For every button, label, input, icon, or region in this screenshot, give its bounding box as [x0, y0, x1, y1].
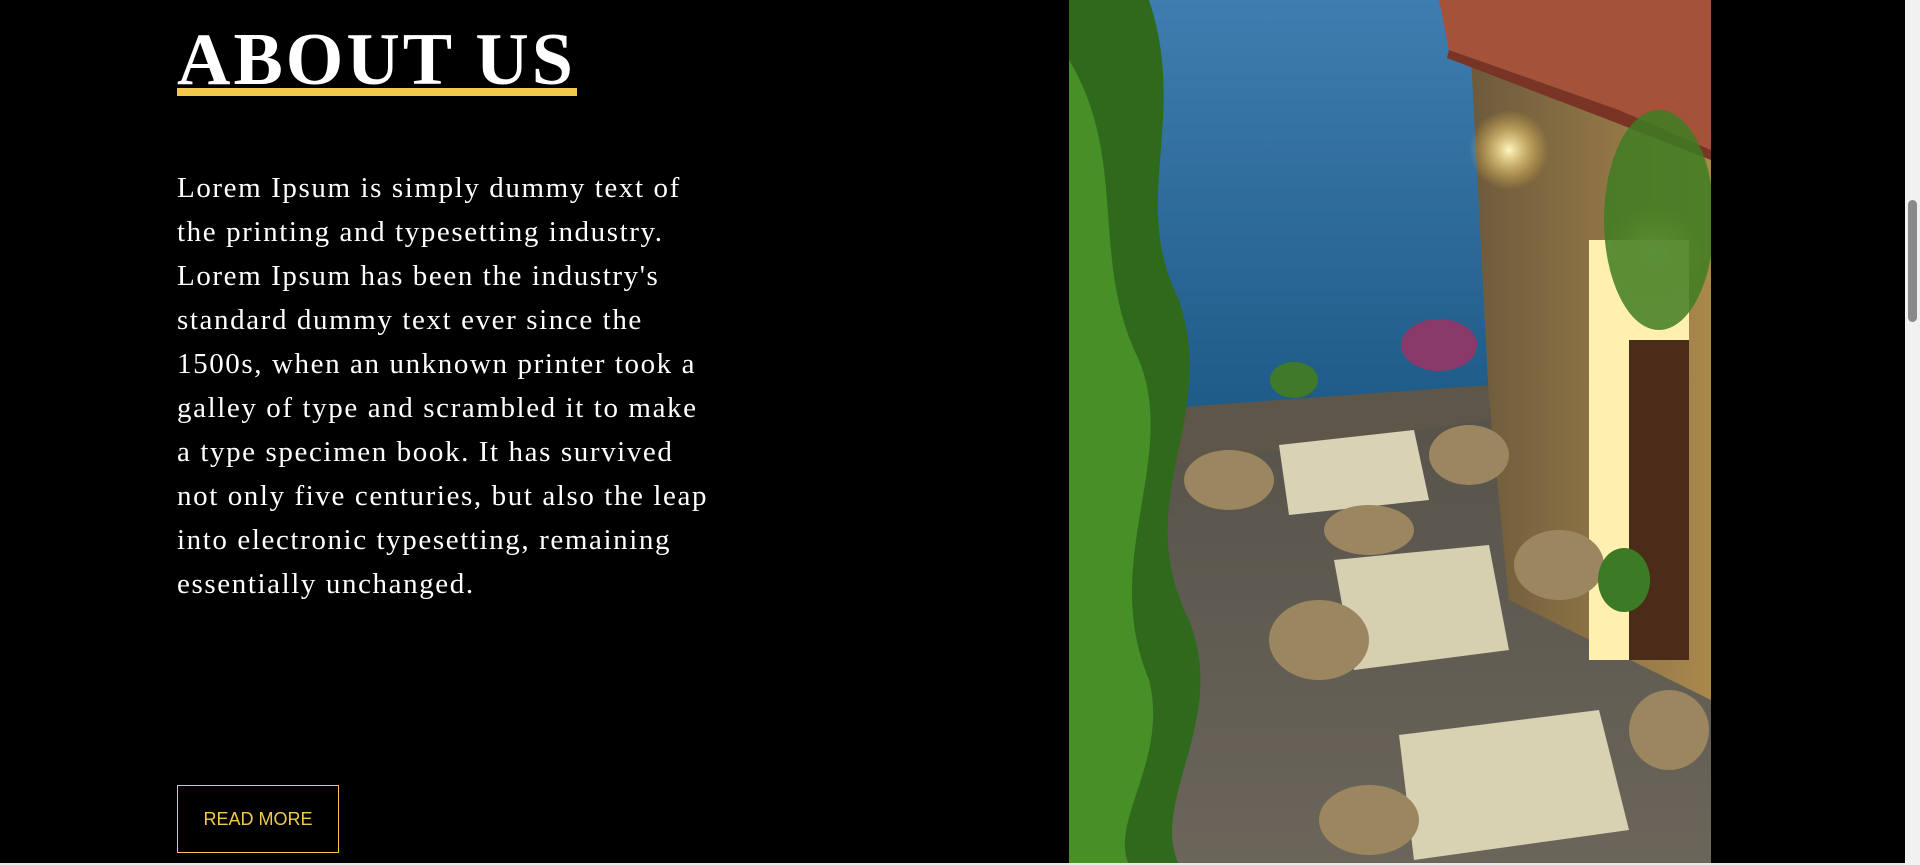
title-underline [177, 88, 577, 96]
restaurant-terrace-photo [1069, 0, 1711, 865]
read-more-button[interactable]: READ MORE [177, 785, 339, 853]
scrollbar-thumb[interactable] [1908, 200, 1917, 322]
about-description: Lorem Ipsum is simply dummy text of the … [177, 172, 709, 600]
vertical-scrollbar[interactable] [1905, 0, 1920, 865]
about-section: ABOUT US Lorem Ipsum is simply dummy tex… [0, 0, 1905, 865]
